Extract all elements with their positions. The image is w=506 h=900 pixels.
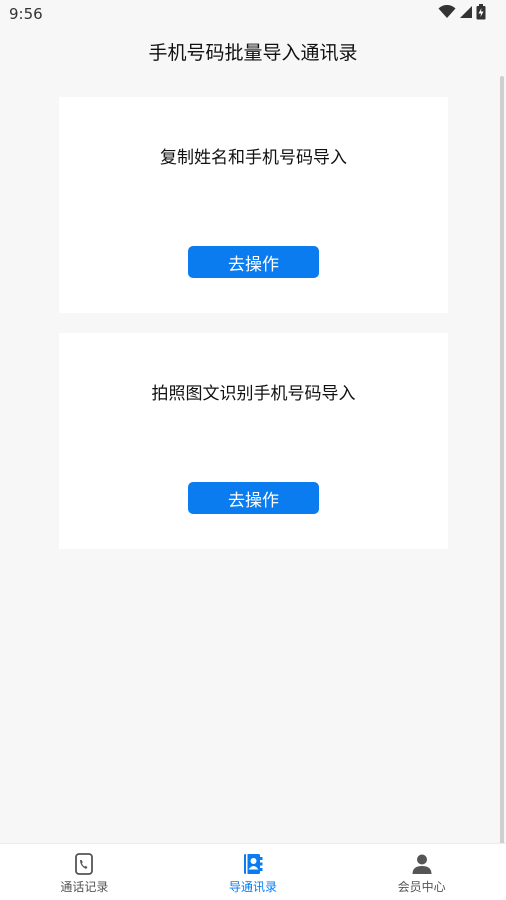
nav-item-member-center[interactable]: 会员中心: [337, 844, 506, 900]
status-icons: [438, 4, 486, 20]
call-log-icon: [73, 853, 95, 875]
nav-label: 通话记录: [60, 880, 109, 894]
go-operate-button[interactable]: 去操作: [188, 482, 319, 514]
nav-label: 会员中心: [397, 880, 446, 894]
app-screen: 9:56 手机号码批量导入通讯录 复制姓名和手机号码导入 去操作 拍照图文识别手…: [0, 0, 506, 900]
contacts-book-icon: [242, 853, 264, 875]
import-card-ocr: 拍照图文识别手机号码导入 去操作: [59, 333, 448, 549]
go-operate-button[interactable]: 去操作: [188, 246, 319, 278]
scrollbar[interactable]: [500, 76, 504, 846]
card-title: 复制姓名和手机号码导入: [160, 148, 347, 168]
signal-icon: [460, 6, 472, 18]
status-bar: 9:56: [0, 0, 506, 28]
status-time: 9:56: [9, 5, 43, 23]
import-card-copy: 复制姓名和手机号码导入 去操作: [59, 97, 448, 313]
bottom-nav: 通话记录 导通讯录 会员中心: [0, 843, 506, 900]
nav-item-import-contacts[interactable]: 导通讯录: [169, 844, 338, 900]
battery-icon: [476, 4, 486, 20]
nav-label: 导通讯录: [229, 880, 278, 894]
person-icon: [411, 853, 433, 875]
card-title: 拍照图文识别手机号码导入: [151, 384, 356, 404]
wifi-icon: [438, 5, 456, 18]
nav-item-call-log[interactable]: 通话记录: [0, 844, 169, 900]
page-title: 手机号码批量导入通讯录: [148, 42, 358, 64]
